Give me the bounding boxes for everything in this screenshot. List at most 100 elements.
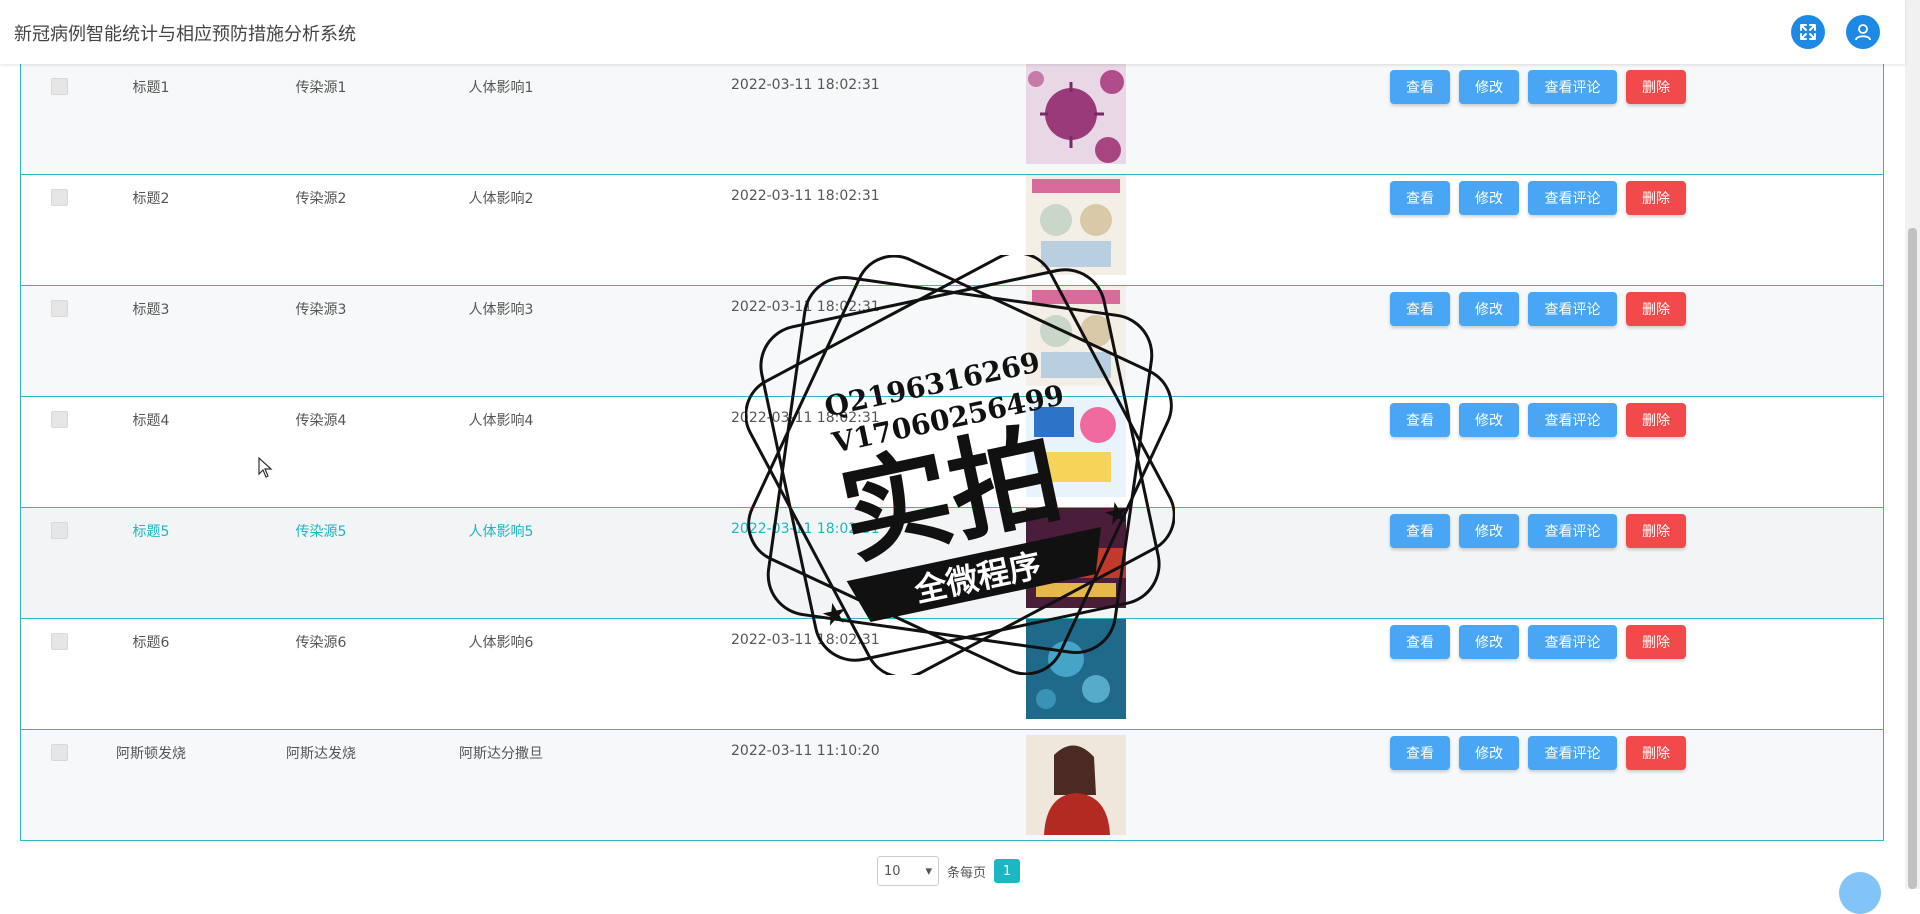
cell-thumbnail <box>1026 735 1126 835</box>
cell-effect: 阿斯达分撒旦 <box>459 746 543 762</box>
row-checkbox[interactable] <box>51 744 68 761</box>
cell-source: 传染源2 <box>295 191 347 207</box>
view-button[interactable]: 查看 <box>1390 403 1450 437</box>
delete-button[interactable]: 删除 <box>1626 181 1686 215</box>
delete-button[interactable]: 删除 <box>1626 70 1686 104</box>
row-checkbox[interactable] <box>51 522 68 539</box>
pagination: 10 ▾ 条每页 1 <box>877 856 1021 886</box>
scrollbar-thumb[interactable] <box>1908 228 1917 889</box>
page-size-value: 10 <box>884 863 901 879</box>
edit-button[interactable]: 修改 <box>1459 181 1519 215</box>
row-checkbox[interactable] <box>51 78 68 95</box>
cell-thumbnail <box>1026 286 1126 386</box>
cell-thumbnail <box>1026 619 1126 719</box>
cell-title: 标题5 <box>132 524 170 540</box>
table-row[interactable]: 标题6 传染源6 人体影响6 2022-03-11 18:02:31 查看 修改… <box>21 619 1883 730</box>
cell-title: 标题4 <box>132 413 170 429</box>
cell-time: 2022-03-11 18:02:31 <box>731 77 880 93</box>
row-checkbox[interactable] <box>51 633 68 650</box>
view-button[interactable]: 查看 <box>1390 181 1450 215</box>
row-actions: 查看 修改 查看评论 删除 <box>1390 403 1686 437</box>
row-actions: 查看 修改 查看评论 删除 <box>1390 625 1686 659</box>
cell-time: 2022-03-11 18:02:31 <box>731 410 880 426</box>
cell-source: 传染源4 <box>295 413 347 429</box>
delete-button[interactable]: 删除 <box>1626 403 1686 437</box>
row-actions: 查看 修改 查看评论 删除 <box>1390 514 1686 548</box>
row-actions: 查看 修改 查看评论 删除 <box>1390 736 1686 770</box>
row-checkbox[interactable] <box>51 411 68 428</box>
page-size-select[interactable]: 10 ▾ <box>877 856 939 886</box>
page-number-current[interactable]: 1 <box>994 859 1021 883</box>
row-checkbox[interactable] <box>51 189 68 206</box>
view-comments-button[interactable]: 查看评论 <box>1528 736 1617 770</box>
row-actions: 查看 修改 查看评论 删除 <box>1390 181 1686 215</box>
cell-title: 标题1 <box>132 80 170 96</box>
cell-source: 阿斯达发烧 <box>286 746 356 762</box>
edit-button[interactable]: 修改 <box>1459 403 1519 437</box>
view-button[interactable]: 查看 <box>1390 625 1450 659</box>
top-header: 新冠病例智能统计与相应预防措施分析系统 <box>0 0 1905 64</box>
cell-thumbnail <box>1026 508 1126 608</box>
view-comments-button[interactable]: 查看评论 <box>1528 181 1617 215</box>
table-row[interactable]: 标题5 传染源5 人体影响5 2022-03-11 18:02:31 查看 修改… <box>21 508 1883 619</box>
view-comments-button[interactable]: 查看评论 <box>1528 514 1617 548</box>
edit-button[interactable]: 修改 <box>1459 736 1519 770</box>
cell-effect: 人体影响6 <box>468 635 534 651</box>
fullscreen-icon <box>1800 24 1816 40</box>
edit-button[interactable]: 修改 <box>1459 292 1519 326</box>
edit-button[interactable]: 修改 <box>1459 514 1519 548</box>
fullscreen-button[interactable] <box>1791 15 1825 49</box>
delete-button[interactable]: 删除 <box>1626 514 1686 548</box>
cell-thumbnail <box>1026 397 1126 497</box>
cell-title: 标题3 <box>132 302 170 318</box>
table-row[interactable]: 标题4 传染源4 人体影响4 2022-03-11 18:02:31 查看 修改… <box>21 397 1883 508</box>
cell-effect: 人体影响2 <box>468 191 534 207</box>
per-page-label: 条每页 <box>947 865 987 881</box>
cell-title: 标题6 <box>132 635 170 651</box>
cell-effect: 人体影响4 <box>468 413 534 429</box>
view-comments-button[interactable]: 查看评论 <box>1528 403 1617 437</box>
delete-button[interactable]: 删除 <box>1626 625 1686 659</box>
view-button[interactable]: 查看 <box>1390 70 1450 104</box>
table-row[interactable]: 标题2 传染源2 人体影响2 2022-03-11 18:02:31 查看 修改… <box>21 175 1883 286</box>
cell-thumbnail <box>1026 64 1126 164</box>
edit-button[interactable]: 修改 <box>1459 70 1519 104</box>
cell-effect: 人体影响3 <box>468 302 534 318</box>
row-checkbox[interactable] <box>51 300 68 317</box>
data-table: 标题1 传染源1 人体影响1 2022-03-11 18:02:31 查看 修改… <box>20 64 1884 841</box>
table-row[interactable]: 阿斯顿发烧 阿斯达发烧 阿斯达分撒旦 2022-03-11 11:10:20 查… <box>21 730 1883 840</box>
user-icon <box>1855 24 1871 41</box>
cell-source: 传染源3 <box>295 302 347 318</box>
mouse-cursor-icon <box>258 457 273 478</box>
cell-time: 2022-03-11 18:02:31 <box>731 188 880 204</box>
view-comments-button[interactable]: 查看评论 <box>1528 70 1617 104</box>
cell-title: 阿斯顿发烧 <box>116 746 186 762</box>
scrollbar[interactable] <box>1905 0 1920 889</box>
delete-button[interactable]: 删除 <box>1626 292 1686 326</box>
cell-time: 2022-03-11 18:02:31 <box>731 521 880 537</box>
table-row[interactable]: 标题1 传染源1 人体影响1 2022-03-11 18:02:31 查看 修改… <box>21 64 1883 175</box>
view-comments-button[interactable]: 查看评论 <box>1528 625 1617 659</box>
chevron-down-icon: ▾ <box>925 863 932 879</box>
cell-source: 传染源5 <box>295 524 347 540</box>
cell-effect: 人体影响5 <box>468 524 534 540</box>
cell-effect: 人体影响1 <box>468 80 534 96</box>
cell-time: 2022-03-11 11:10:20 <box>731 743 880 759</box>
view-comments-button[interactable]: 查看评论 <box>1528 292 1617 326</box>
view-button[interactable]: 查看 <box>1390 736 1450 770</box>
cell-time: 2022-03-11 18:02:31 <box>731 632 880 648</box>
view-button[interactable]: 查看 <box>1390 292 1450 326</box>
view-button[interactable]: 查看 <box>1390 514 1450 548</box>
cell-source: 传染源1 <box>295 80 347 96</box>
delete-button[interactable]: 删除 <box>1626 736 1686 770</box>
edit-button[interactable]: 修改 <box>1459 625 1519 659</box>
row-actions: 查看 修改 查看评论 删除 <box>1390 292 1686 326</box>
cell-source: 传染源6 <box>295 635 347 651</box>
cell-title: 标题2 <box>132 191 170 207</box>
cell-time: 2022-03-11 18:02:31 <box>731 299 880 315</box>
app-title: 新冠病例智能统计与相应预防措施分析系统 <box>14 24 356 45</box>
table-row[interactable]: 标题3 传染源3 人体影响3 2022-03-11 18:02:31 查看 修改… <box>21 286 1883 397</box>
user-button[interactable] <box>1846 15 1880 49</box>
back-to-top-button[interactable] <box>1839 872 1881 914</box>
row-actions: 查看 修改 查看评论 删除 <box>1390 70 1686 104</box>
